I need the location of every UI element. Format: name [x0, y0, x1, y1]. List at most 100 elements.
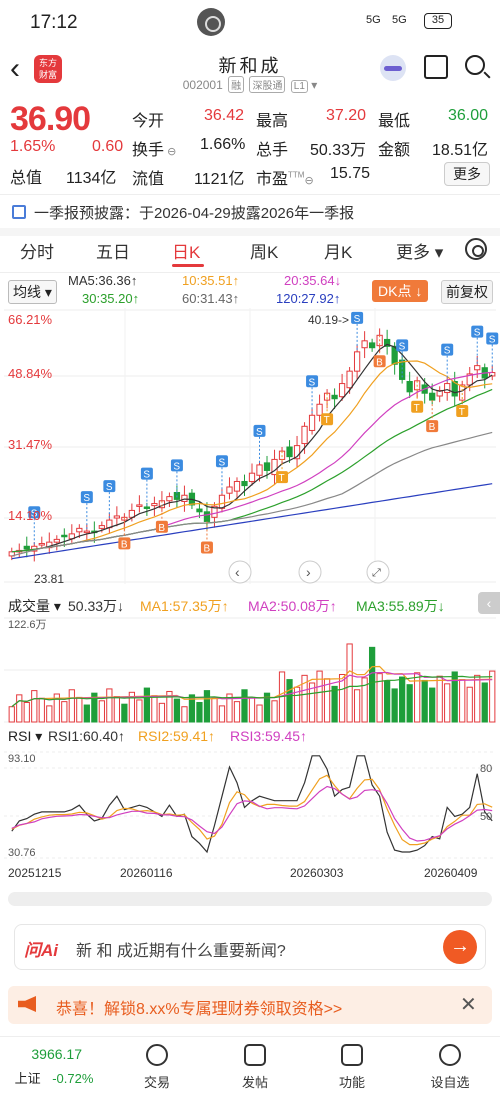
- volume-bar: [83, 704, 90, 723]
- volume-bar: [436, 675, 443, 723]
- signal-marker-label: S: [143, 470, 150, 481]
- total-cap-value: 1134亿: [66, 170, 117, 187]
- candlestick-chart[interactable]: SSSBSBSBSSTSTSBSTBSTSS 66.21% 48.84% 31.…: [0, 308, 500, 588]
- connect-tag: 深股通: [249, 76, 286, 93]
- ma-selector[interactable]: 均线 ▾: [8, 280, 57, 304]
- date-label-2: 20260116: [120, 866, 173, 880]
- volume-chart[interactable]: 122.6万: [0, 616, 500, 724]
- candle-body: [406, 381, 413, 393]
- volume-bar: [151, 695, 158, 723]
- volume-bar: [68, 689, 75, 723]
- nav-trade[interactable]: 交易: [117, 1044, 197, 1091]
- open-value: 36.42: [204, 107, 245, 124]
- signal-marker-label: S: [106, 482, 113, 493]
- rsi-chart[interactable]: 93.10 30.76 80 50: [0, 750, 500, 860]
- signal-marker-label: B: [203, 543, 210, 554]
- volume-bar: [98, 700, 105, 723]
- volume-max-label: 122.6万: [8, 619, 47, 631]
- volume-bar: [406, 684, 413, 723]
- rsi-80-label: 80: [480, 763, 492, 775]
- nav-watchlist[interactable]: 设自选: [410, 1044, 490, 1091]
- volume-bar: [158, 702, 166, 723]
- chart-next-glyph: ›: [306, 564, 311, 580]
- price-adjust-selector[interactable]: 前复权: [441, 280, 493, 304]
- candle-body: [181, 494, 188, 502]
- chart-prev-icon[interactable]: [228, 560, 252, 584]
- rsi2-label: RSI2:59.41↑: [138, 728, 216, 744]
- candle-body: [151, 503, 158, 507]
- candle-body: [338, 383, 346, 398]
- change-amount: 0.60: [92, 138, 124, 155]
- nav-post[interactable]: 发帖: [215, 1044, 295, 1091]
- chart-scrollbar[interactable]: [8, 892, 492, 906]
- pe-label[interactable]: 市盈TTM⊖: [256, 165, 314, 189]
- float-cap-label: 流值: [132, 171, 165, 188]
- collapse-side-tab[interactable]: ‹: [478, 592, 500, 614]
- tab-weekly-k[interactable]: 周K: [250, 238, 278, 263]
- active-tab-indicator: [172, 264, 204, 267]
- close-icon[interactable]: ✕: [460, 992, 477, 1017]
- volume-bar: [218, 705, 226, 723]
- rsi-50-label: 50: [480, 811, 492, 823]
- volume-bar: [466, 686, 473, 723]
- high-value: 37.20: [326, 107, 367, 124]
- candle-body: [316, 403, 323, 416]
- more-quote-button[interactable]: 更多: [444, 162, 490, 186]
- tab-intraday[interactable]: 分时: [20, 238, 54, 263]
- candle-body: [143, 506, 151, 509]
- ai-suggestion-text[interactable]: 新 和 成近期有什么重要新闻?: [76, 937, 286, 961]
- volume-bar: [23, 701, 30, 723]
- pe-value: 15.75: [330, 165, 371, 182]
- signal-marker-label: S: [474, 328, 481, 339]
- level-tag[interactable]: L1: [290, 80, 308, 93]
- signal-marker-label: B: [429, 422, 436, 433]
- share-icon[interactable]: [424, 55, 448, 79]
- candle-body: [196, 508, 203, 513]
- candle-body: [308, 414, 316, 431]
- volume-bar: [181, 706, 188, 723]
- candle-body: [83, 530, 90, 534]
- candle-body: [136, 504, 143, 507]
- index-ticker[interactable]: 3966.17 上证 -0.72%: [14, 1046, 94, 1087]
- edit-icon: [244, 1044, 266, 1066]
- candle-body: [76, 527, 83, 533]
- rsi-line-3: [11, 785, 493, 842]
- signal-marker-label: S: [256, 427, 263, 438]
- volume-bar: [241, 689, 248, 723]
- rsi-max-label: 93.10: [8, 753, 36, 765]
- volume-bar: [31, 690, 38, 723]
- promo-text[interactable]: 恭喜！解锁8.xx%专属理财券领取资格>>: [56, 995, 342, 1019]
- volume-bar: [203, 690, 211, 723]
- signal-marker-label: S: [399, 341, 406, 352]
- tab-more[interactable]: 更多 ▾: [396, 238, 443, 263]
- volume-bar: [16, 694, 23, 723]
- ai-go-arrow-icon[interactable]: →: [443, 930, 477, 964]
- date-label-4: 20260409: [424, 866, 478, 880]
- earnings-notice[interactable]: 一季报预披露：于2026-04-29披露2026年一季报: [12, 202, 354, 223]
- candle-body: [256, 464, 263, 476]
- volume-bar: [248, 696, 256, 723]
- dk-point-toggle[interactable]: DK点 ↓: [372, 280, 429, 302]
- rsi1-label: RSI1:60.40↑: [48, 728, 126, 744]
- high-annotation: 40.19->: [308, 313, 349, 327]
- high-label: 最高: [256, 113, 289, 130]
- index-name: 上证: [14, 1071, 41, 1086]
- volume-bar: [271, 700, 278, 723]
- volume-bar: [368, 646, 376, 723]
- volume-selector[interactable]: 成交量 ▾: [8, 596, 61, 616]
- assistant-avatar-icon[interactable]: [380, 55, 406, 81]
- tab-daily-k[interactable]: 日K: [172, 238, 200, 263]
- nav-functions[interactable]: 功能: [312, 1044, 392, 1091]
- turnover-label[interactable]: 换手 ⊖: [132, 136, 176, 160]
- rsi-selector[interactable]: RSI ▾: [8, 728, 42, 745]
- candle-body: [361, 340, 368, 349]
- settings-gear-icon[interactable]: [465, 238, 487, 260]
- search-icon[interactable]: [465, 55, 485, 75]
- stock-code: 002001: [182, 78, 223, 92]
- float-cap-value: 1121亿: [194, 171, 245, 188]
- tab-five-day[interactable]: 五日: [96, 238, 130, 263]
- tab-monthly-k[interactable]: 月K: [324, 238, 352, 263]
- amount-value: 18.51亿: [432, 142, 489, 159]
- volume-bar: [8, 706, 15, 723]
- date-label-1: 20251215: [8, 866, 62, 880]
